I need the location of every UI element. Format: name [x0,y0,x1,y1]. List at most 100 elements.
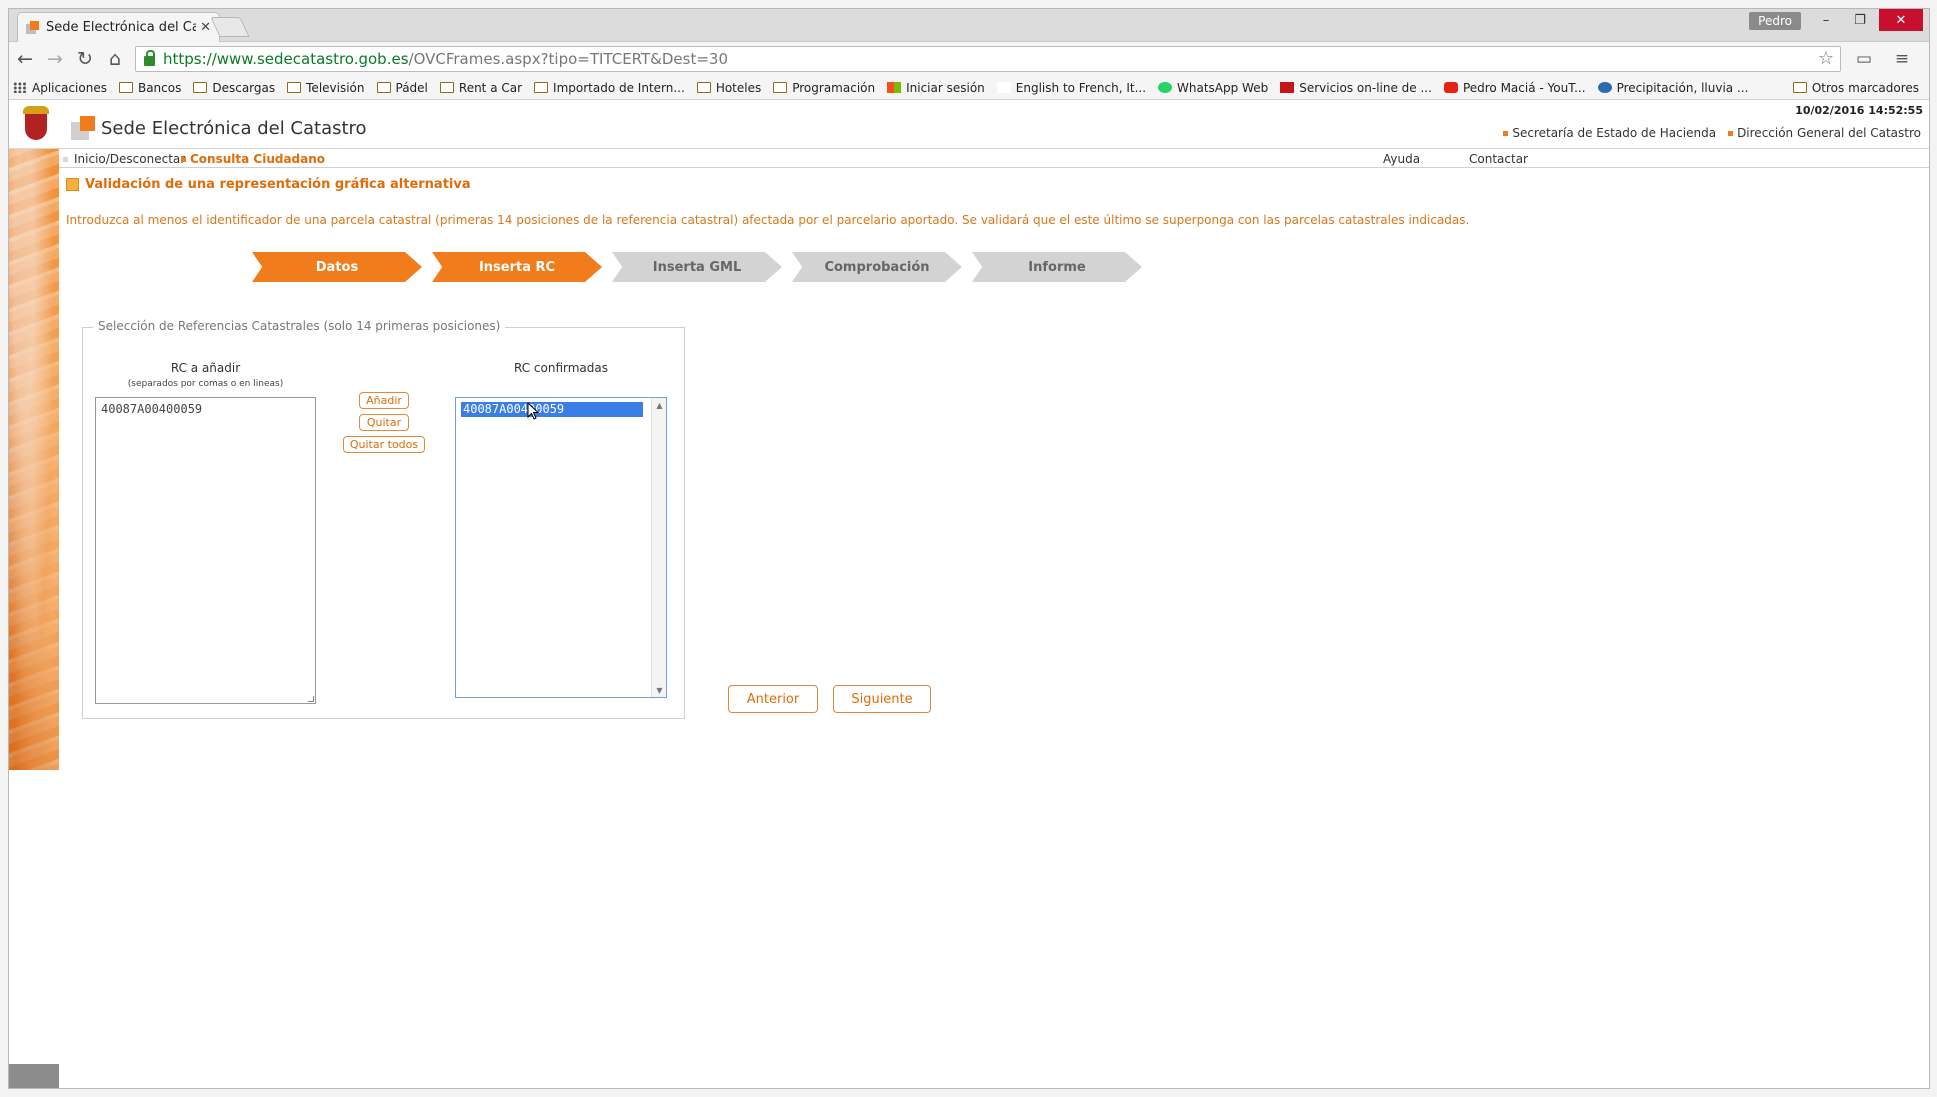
list-item[interactable]: 40087A00400059 [461,402,643,417]
bookmark-label: English to French, It... [1015,80,1147,95]
site-brand[interactable]: Sede Electrónica del Catastro [71,116,367,140]
decorative-side-strip [9,149,59,770]
folder-icon [439,82,454,93]
bookmark-item[interactable]: English to French, It... [996,80,1147,95]
url-path: /OVCFrames.aspx?tipo=TITCERT&Dest=30 [408,50,728,68]
back-arrow-icon[interactable]: ← [11,45,39,73]
rc-add-title: RC a añadir [170,361,241,375]
bookmark-label: Iniciar sesión [906,80,985,95]
remove-all-rc-button[interactable]: Quitar todos [343,436,425,453]
main-content: Validación de una representación gráfica… [66,177,1929,719]
bookmark-item[interactable]: Bancos [118,80,182,95]
step-datos[interactable]: Datos [252,252,422,282]
close-window-icon[interactable]: ✕ [1879,9,1923,31]
other-bookmarks[interactable]: Otros marcadores [1792,80,1919,95]
address-bar[interactable]: https://www.sedecatastro.gob.es /OVCFram… [135,46,1841,72]
bookmark-label: Pedro Maciá - YouT... [1462,80,1586,95]
folder-icon [193,82,208,93]
bookmark-item[interactable]: Aplicaciones [13,81,107,95]
step-inserta-rc[interactable]: Inserta RC [432,252,602,282]
tab-close-icon[interactable]: ✕ [200,20,211,35]
service-icon [1280,82,1295,93]
folder-icon [376,82,391,93]
menu-consulta-ciudadano[interactable]: Consulta Ciudadano [181,152,325,166]
rc-add-value: 40087A00400059 [101,402,203,416]
bookmark-label: Precipitación, lluvia ... [1616,80,1749,95]
folder-icon [118,82,133,93]
bookmark-item[interactable]: Hoteles [696,80,762,95]
maximize-icon[interactable]: ❐ [1843,9,1877,31]
bookmark-label: Programación [792,80,876,95]
bookmark-item[interactable]: Descargas [193,81,275,95]
title-bar: Sede Electrónica del Catas ✕ Pedro – ❐ ✕ [9,9,1929,42]
bookmark-label: Hoteles [715,80,762,95]
step-comprobacion: Comprobación [792,252,962,282]
next-button[interactable]: Siguiente [833,685,931,713]
menu-ayuda[interactable]: Ayuda [1383,152,1420,166]
fieldset-legend: Selección de Referencias Catastrales (so… [93,319,506,333]
catastro-logo-icon [71,116,95,140]
other-bookmarks-label: Otros marcadores [1811,80,1919,95]
bookmark-item[interactable]: Televisión [287,81,365,95]
bookmarks-bar: Aplicaciones Bancos Descargas Televisión Pád… [9,76,1929,100]
profile-button[interactable]: Pedro [1749,12,1801,30]
step-informe: Informe [972,252,1142,282]
bookmark-item[interactable]: WhatsApp Web [1158,81,1268,95]
forward-arrow-icon[interactable]: → [41,45,69,73]
folder-icon [287,82,302,93]
site-title: Sede Electrónica del Catastro [101,117,367,139]
scroll-up-icon[interactable]: ▲ [652,398,667,412]
youtube-icon [1443,82,1458,93]
home-icon[interactable]: ⌂ [101,45,129,73]
listbox-scrollbar[interactable]: ▲ ▼ [651,398,666,697]
bookmark-item[interactable]: Iniciar sesión [887,81,985,95]
bookmark-item[interactable]: Servicios on-line de ... [1280,81,1432,95]
menu-contactar[interactable]: Contactar [1469,152,1528,166]
wordreference-icon [996,82,1011,93]
lock-icon [144,50,155,66]
browser-toolbar: ← → ↻ ⌂ https://www.sedecatastro.gob.es … [9,42,1929,76]
web-page: Sede Electrónica del Catastro 10/02/2016… [9,101,1929,1088]
apps-icon [13,82,27,93]
folder-icon [696,82,711,93]
bookmark-item[interactable]: Precipitación, lluvia ... [1597,80,1749,95]
browser-tab[interactable]: Sede Electrónica del Catas ✕ [17,12,220,42]
bookmark-item[interactable]: Rent a Car [439,80,523,95]
bookmark-label: Pádel [395,80,428,95]
bookmark-item[interactable]: Pedro Maciá - YouT... [1443,80,1586,95]
bookmark-item[interactable]: Importado de Intern... [534,81,685,95]
step-inserta-gml: Inserta GML [612,252,782,282]
catastro-favicon-icon [26,20,40,35]
bookmark-label: Servicios on-line de ... [1299,80,1432,95]
cast-icon[interactable]: ▭ [1849,45,1879,73]
minimize-icon[interactable]: – [1809,9,1843,31]
site-header: Sede Electrónica del Catastro 10/02/2016… [9,101,1929,149]
bookmark-item[interactable]: Pádel [376,80,428,95]
link-secretaria-hacienda[interactable]: Secretaría de Estado de Hacienda [1503,126,1716,140]
bookmark-item[interactable]: Programación [773,81,875,95]
remove-rc-button[interactable]: Quitar [359,414,409,431]
folder-icon [773,82,788,93]
chrome-menu-icon[interactable]: ≡ [1887,45,1917,73]
bookmark-label: Bancos [137,80,182,95]
screen: Sede Electrónica del Catas ✕ Pedro – ❐ ✕… [0,0,1937,1097]
bookmark-star-icon[interactable]: ☆ [1818,48,1834,69]
folder-icon [1792,82,1807,93]
add-rc-button[interactable]: Añadir [359,392,409,409]
reload-icon[interactable]: ↻ [71,45,99,73]
page-title: Validación de una representación gráfica… [66,177,1929,192]
spain-coat-of-arms-logo [15,104,57,146]
rc-confirmed-listbox[interactable]: 40087A00400059 ▲ ▼ [455,397,667,698]
bookmark-label: Rent a Car [458,80,523,95]
previous-button[interactable]: Anterior [728,685,818,713]
wizard-navigation: Anterior Siguiente [66,685,1929,715]
rc-add-textarea[interactable]: 40087A00400059 [95,397,316,704]
weather-icon [1597,82,1612,93]
wizard-steps: Datos Inserta RC Inserta GML Comprobació… [252,252,1152,284]
bookmark-label: Aplicaciones [32,80,107,95]
rc-add-subtitle: (separados por comas o en lineas) [127,379,284,389]
url-host: https://www.sedecatastro.gob.es [163,50,409,68]
menu-inicio-desconectar[interactable]: Inicio/Desconectar [63,152,185,166]
link-direccion-catastro[interactable]: Dirección General del Catastro [1728,126,1921,140]
browser-window: Sede Electrónica del Catas ✕ Pedro – ❐ ✕… [8,8,1930,1089]
